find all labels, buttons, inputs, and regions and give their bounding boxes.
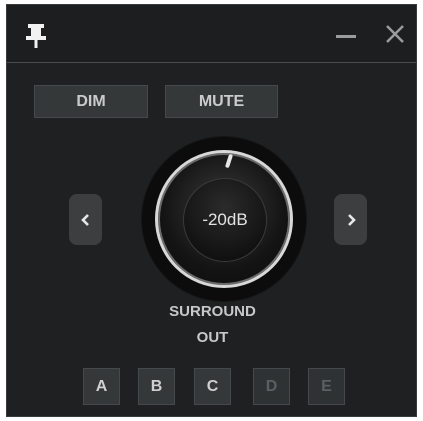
output-label-line1: SURROUND bbox=[169, 303, 256, 320]
pin-icon[interactable] bbox=[25, 23, 47, 49]
speaker-set-a-button[interactable]: A bbox=[83, 368, 120, 405]
speaker-set-e-button: E bbox=[308, 368, 345, 405]
volume-value: -20dB bbox=[202, 210, 248, 229]
speaker-set-c-button[interactable]: C bbox=[194, 368, 231, 405]
title-bar bbox=[7, 5, 416, 63]
dim-button[interactable]: DIM bbox=[34, 85, 148, 118]
speaker-set-d-button: D bbox=[253, 368, 290, 405]
knob-ring: -20dB bbox=[155, 150, 293, 288]
output-label-line2: OUT bbox=[196, 329, 229, 346]
next-output-button[interactable] bbox=[334, 194, 367, 245]
speaker-set-b-button[interactable]: B bbox=[138, 368, 175, 405]
mute-button[interactable]: MUTE bbox=[165, 85, 278, 118]
monitor-controller-window: DIM MUTE -20dB SURROUND OUT A B C D E bbox=[6, 4, 417, 417]
knob-center: -20dB bbox=[183, 178, 267, 262]
chevron-left-icon bbox=[80, 213, 89, 226]
chevron-right-icon bbox=[347, 213, 356, 226]
previous-output-button[interactable] bbox=[69, 194, 102, 245]
close-icon[interactable] bbox=[382, 21, 408, 47]
volume-knob[interactable]: -20dB bbox=[142, 137, 306, 301]
minimize-icon[interactable] bbox=[334, 23, 358, 47]
